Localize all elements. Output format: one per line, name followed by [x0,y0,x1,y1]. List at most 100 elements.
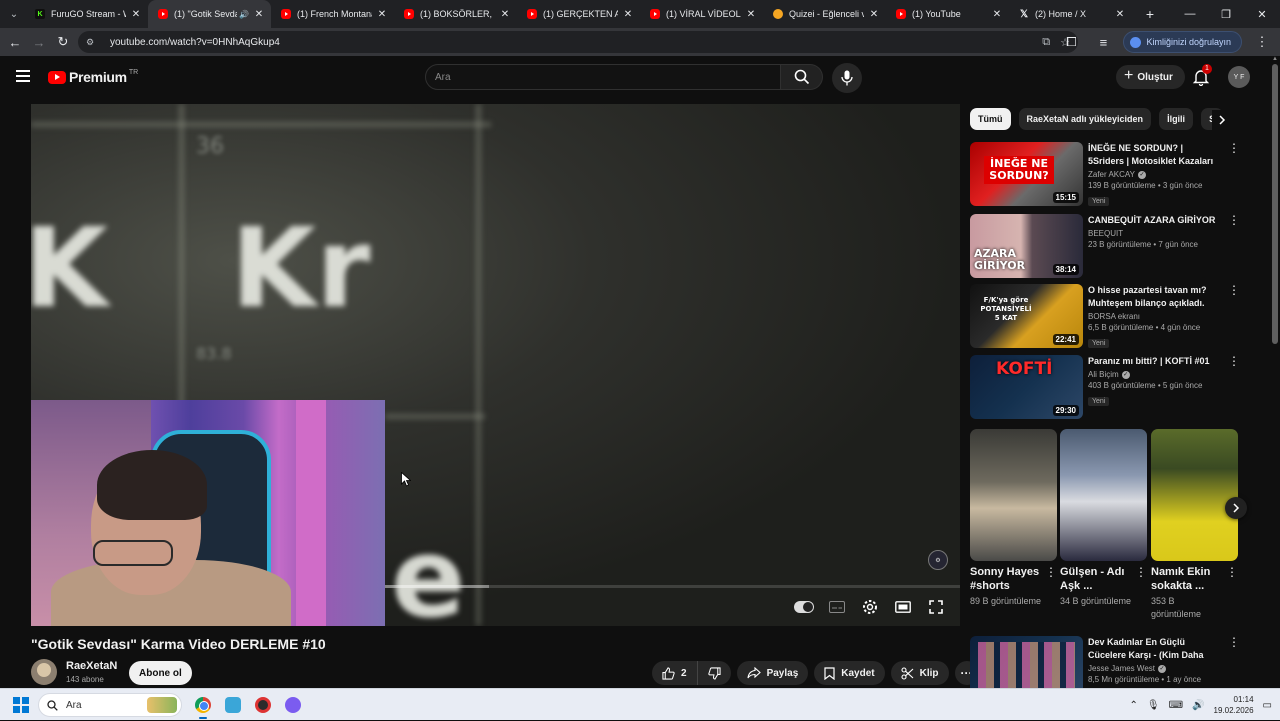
tab-close-icon[interactable]: ✕ [991,9,1003,20]
cast-icon[interactable]: ⧉ [1042,36,1050,49]
fullscreen-button[interactable] [926,598,946,616]
theater-mode-button[interactable] [893,598,913,616]
more-options-icon[interactable]: ⋮ [1135,566,1147,578]
more-options-icon[interactable]: ⋮ [1228,214,1240,226]
video-thumbnail[interactable] [970,636,1083,688]
video-thumbnail[interactable]: F/K'ya göre POTANSİYELİ 5 KAT 22:41 [970,284,1083,348]
shorts-next-button[interactable] [1225,497,1247,519]
menu-icon[interactable] [16,70,30,85]
taskbar-search[interactable]: Ara [38,693,182,717]
notification-center-icon[interactable]: ▭ [1263,700,1272,711]
channel-watermark[interactable]: ⚙ [928,550,948,570]
minimize-icon[interactable]: — [1172,0,1208,28]
more-options-icon[interactable]: ⋮ [1228,284,1240,296]
short-title[interactable]: Sonny Hayes #shorts [970,565,1042,593]
tab-close-icon[interactable]: ✕ [130,9,142,20]
clip-button[interactable]: Klip [890,661,949,685]
create-button[interactable]: + Oluştur [1116,65,1185,89]
verify-identity-button[interactable]: Kimliğinizi doğrulayın [1123,31,1242,53]
short-item[interactable]: Sonny Hayes #shorts 89 B görüntüleme ⋮ [970,565,1057,608]
browser-tab[interactable]: (1) French Montana - ✕ [271,0,394,28]
subscribe-button[interactable]: Abone ol [129,661,192,685]
more-options-icon[interactable]: ⋮ [1228,355,1240,367]
taskbar-clock[interactable]: 01:14 19.02.2026 [1214,694,1254,716]
close-window-icon[interactable]: ✕ [1244,0,1280,28]
new-tab-button[interactable]: + [1138,6,1162,22]
filter-chip[interactable]: Tümü [970,108,1011,130]
browser-tab[interactable]: (1) "Gotik Sevdası🔊 ✕ [148,0,271,28]
video-title-text[interactable]: İNEĞE NE SORDUN? | 5Sriders | Motosiklet… [1088,142,1220,168]
subtitles-button[interactable] [827,598,847,616]
reload-icon[interactable]: ↻ [51,30,75,54]
short-thumbnail[interactable] [1060,429,1147,561]
short-title[interactable]: Namık Ekin sokakta ... [1151,565,1223,593]
taskbar-app[interactable] [252,694,274,716]
channel-text[interactable]: Jesse James West [1088,664,1155,673]
channel-text[interactable]: Zafer AKCAY [1088,170,1135,179]
taskbar-chrome[interactable] [192,694,214,719]
media-icon[interactable]: ≡ [1091,30,1115,54]
short-item[interactable]: Gülşen - Adı Aşk ... 34 B görüntüleme ⋮ [1060,565,1147,608]
channel-text[interactable]: BEEQUIT [1088,229,1123,238]
tab-close-icon[interactable]: ✕ [745,9,757,20]
tab-close-icon[interactable]: ✕ [868,9,880,20]
browser-menu-icon[interactable]: ⋮ [1250,30,1274,54]
recommendation-item[interactable]: Dev Kadınlar En Güçlü Cücelere Karşı - (… [970,636,1240,688]
tab-close-icon[interactable]: ✕ [1114,9,1126,20]
like-button[interactable]: 2 [652,661,698,685]
tab-close-icon[interactable]: ✕ [376,9,388,20]
video-title-text[interactable]: Dev Kadınlar En Güçlü Cücelere Karşı - (… [1088,636,1220,662]
channel-name[interactable]: RaeXetaN [66,660,117,672]
scroll-up-icon[interactable]: ▲ [1272,56,1278,62]
more-options-icon[interactable]: ⋮ [1045,566,1057,578]
back-icon[interactable]: ← [3,30,27,54]
more-options-icon[interactable]: ⋮ [1228,636,1240,648]
video-title-text[interactable]: Paranız mı bitti? | KOFTİ #01 [1088,355,1220,368]
dislike-button[interactable] [698,661,731,685]
browser-tab[interactable]: (1) VİRAL VİDEOLARI ✕ [640,0,763,28]
search-input[interactable]: Ara [425,64,781,90]
video-thumbnail[interactable]: AZARA GİRİYOR 38:14 [970,214,1083,278]
browser-tab[interactable]: K FuruGO Stream - We ✕ [25,0,148,28]
filter-chip[interactable]: İlgili [1159,108,1194,130]
browser-tab[interactable]: (1) GERÇEKTEN ARAN ✕ [517,0,640,28]
microphone-tray-icon[interactable]: 🎙 [1147,700,1160,711]
taskbar-app[interactable] [222,694,244,716]
channel-text[interactable]: Ali Biçim [1088,370,1119,379]
recommendation-item[interactable]: F/K'ya göre POTANSİYELİ 5 KAT 22:41 O hiss… [970,284,1240,348]
tab-close-icon[interactable]: ✕ [499,9,511,20]
taskbar-discord[interactable] [282,694,304,716]
recommendation-item[interactable]: KOFTİ 29:30 Paranız mı bitti? | KOFTİ #01 A… [970,355,1240,419]
youtube-logo[interactable]: Premium TR [48,69,138,85]
more-options-icon[interactable]: ⋮ [1226,566,1238,578]
video-title-text[interactable]: CANBEQUİT AZARA GİRİYOR [1088,214,1220,227]
recommendation-item[interactable]: İNEĞE NE SORDUN? 15:15 İNEĞE NE SORDUN? | … [970,142,1240,206]
video-player[interactable]: 36 83.8 K Kr e ⚙ [31,104,960,626]
short-title[interactable]: Gülşen - Adı Aşk ... [1060,565,1132,593]
short-thumbnail[interactable] [1151,429,1238,561]
filter-chip[interactable]: RaeXetaN adlı yükleyiciden [1018,108,1152,130]
settings-button[interactable] [860,598,880,616]
chips-next-button[interactable] [1212,110,1232,130]
tray-expand-icon[interactable]: ⌃ [1130,700,1138,711]
site-info-icon[interactable]: ⚙ [86,37,100,48]
tab-close-icon[interactable]: ✕ [622,9,634,20]
notifications-button[interactable]: 1 [1192,64,1212,88]
channel-avatar[interactable] [31,659,57,685]
browser-tab[interactable]: (1) YouTube ✕ [886,0,1009,28]
extensions-icon[interactable]: ⧠ [1059,30,1083,54]
address-bar[interactable]: ⚙ youtube.com/watch?v=0HNhAqGkup4 ⧉ ☆ [78,31,1078,53]
tab-search-button[interactable]: ⌄ [3,4,25,24]
channel-text[interactable]: BORSA ekranı [1088,312,1140,321]
restore-icon[interactable]: ❐ [1208,0,1244,28]
video-title-text[interactable]: O hisse pazartesi tavan mı? Muhteşem bil… [1088,284,1220,310]
voice-search-button[interactable] [832,63,862,93]
windows-start-icon[interactable] [13,697,29,713]
more-options-icon[interactable]: ⋮ [1228,142,1240,154]
video-progress-bar[interactable] [385,585,960,588]
volume-icon[interactable]: 🔊 [1192,700,1204,711]
autoplay-toggle[interactable] [794,598,814,616]
network-icon[interactable]: ⌨ [1169,700,1183,711]
browser-tab[interactable]: Quizei - Eğlenceli ve ✕ [763,0,886,28]
page-scrollbar[interactable]: ▲ [1270,56,1280,688]
